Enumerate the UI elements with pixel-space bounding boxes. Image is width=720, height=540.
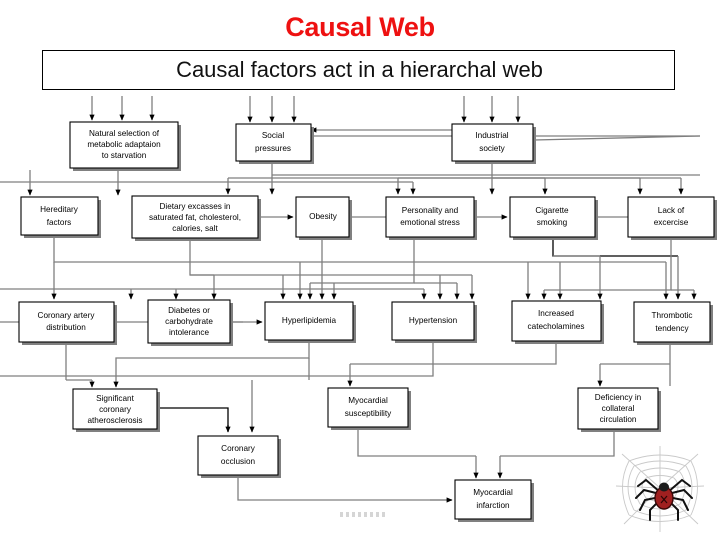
- node-label: occlusion: [221, 457, 256, 466]
- node-label: susceptibility: [345, 409, 392, 418]
- node-industrial-society[interactable]: Industrial society: [451, 123, 536, 164]
- node-label: Coronary: [221, 444, 256, 453]
- node-label: pressures: [255, 144, 291, 153]
- node-label: Natural selection of: [89, 129, 160, 138]
- node-label: infarction: [476, 501, 510, 510]
- node-label: metabolic adaptaion: [87, 140, 161, 149]
- node-cigarette-smoking[interactable]: Cigarette smoking: [509, 196, 598, 240]
- node-increased-catecholamines[interactable]: Increased catecholamines: [511, 300, 604, 344]
- node-lack-of-excercise[interactable]: Lack of excercise: [627, 196, 717, 240]
- node-hypertension[interactable]: Hypertension: [391, 301, 477, 343]
- node-label: Lack of: [658, 206, 685, 215]
- node-personality-and-emotional-stress[interactable]: Personality and emotional stress: [385, 196, 477, 240]
- node-coronary-occlusion[interactable]: Coronary occlusion: [197, 435, 281, 478]
- slide-canvas: Causal Web Causal factors act in a hiera…: [0, 0, 720, 540]
- node-coronary-artery-distribution[interactable]: Coronary artery distribution: [18, 301, 117, 345]
- node-label: catecholamines: [528, 322, 585, 331]
- node-myocardial-infarction[interactable]: Myocardial infarction: [454, 479, 534, 522]
- node-label: Myocardial: [473, 488, 513, 497]
- node-label: smoking: [537, 218, 568, 227]
- node-myocardial-susceptibility[interactable]: Myocardial susceptibility: [327, 387, 411, 430]
- footer-smudge: [340, 512, 386, 517]
- edges-level3-level4: [0, 340, 671, 388]
- node-label: tendency: [655, 324, 689, 333]
- node-label: carbohydrate: [165, 317, 213, 326]
- node-label: Obesity: [309, 212, 338, 221]
- node-thrombotic-tendency[interactable]: Thrombotic tendency: [633, 301, 713, 345]
- node-dietary-excesses[interactable]: Dietary excasses in saturated fat, chole…: [131, 195, 261, 241]
- node-hereditary-factors[interactable]: Hereditary factors: [20, 196, 101, 238]
- node-significant-coronary-atherosclerosis[interactable]: Significant coronary atherosclerosis: [72, 388, 160, 432]
- node-label: saturated fat, cholesterol,: [149, 213, 241, 222]
- node-label: society: [479, 144, 505, 153]
- node-label: Hypertension: [409, 316, 458, 325]
- node-label: Myocardial: [348, 396, 388, 405]
- node-label: intolerance: [169, 328, 210, 337]
- node-natural-selection[interactable]: Natural selection of metabolic adaptaion…: [69, 121, 181, 171]
- node-hyperlipidemia[interactable]: Hyperlipidemia: [264, 301, 356, 343]
- node-label: coronary: [99, 405, 132, 414]
- node-label: collateral: [602, 404, 635, 413]
- node-label: Industrial: [475, 131, 508, 140]
- spider-web-icon: [615, 446, 705, 532]
- node-label: Diabetes or: [168, 306, 210, 315]
- node-obesity[interactable]: Obesity: [295, 196, 352, 240]
- node-label: Thrombotic: [652, 311, 693, 320]
- node-label: Increased: [538, 309, 574, 318]
- node-label: Hyperlipidemia: [282, 316, 337, 325]
- node-label: Personality and: [402, 206, 459, 215]
- node-label: excercise: [654, 218, 689, 227]
- node-label: distribution: [46, 323, 86, 332]
- node-label: Deficiency in: [595, 393, 642, 402]
- node-social-pressures[interactable]: Social pressures: [235, 123, 314, 164]
- node-label: circulation: [600, 415, 637, 424]
- node-label: to starvation: [102, 151, 147, 160]
- node-label: Cigarette: [535, 206, 569, 215]
- node-label: factors: [47, 218, 72, 227]
- node-label: Dietary excasses in: [160, 202, 231, 211]
- node-label: Coronary artery: [38, 311, 96, 320]
- node-label: calories, salt: [172, 224, 218, 233]
- node-deficiency-in-collateral-circulation[interactable]: Deficiency in collateral circulation: [577, 387, 661, 432]
- node-label: Hereditary: [40, 205, 79, 214]
- node-label: Significant: [96, 394, 135, 403]
- node-diabetes-or-carbohydrate-intolerance[interactable]: Diabetes or carbohydrate intolerance: [147, 299, 233, 346]
- node-label: Social: [262, 131, 284, 140]
- node-label: emotional stress: [400, 218, 460, 227]
- node-label: atherosclerosis: [87, 416, 142, 425]
